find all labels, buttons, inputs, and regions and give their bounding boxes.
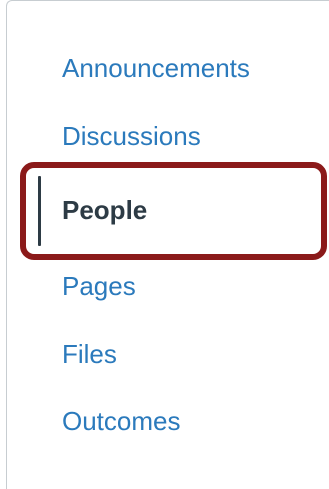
highlight-annotation-box [20, 162, 327, 260]
nav-link-discussions[interactable]: Discussions [62, 116, 201, 156]
nav-link-announcements[interactable]: Announcements [62, 48, 250, 88]
nav-link-pages[interactable]: Pages [62, 266, 136, 306]
nav-link-files[interactable]: Files [62, 334, 117, 374]
nav-link-outcomes[interactable]: Outcomes [62, 401, 181, 441]
